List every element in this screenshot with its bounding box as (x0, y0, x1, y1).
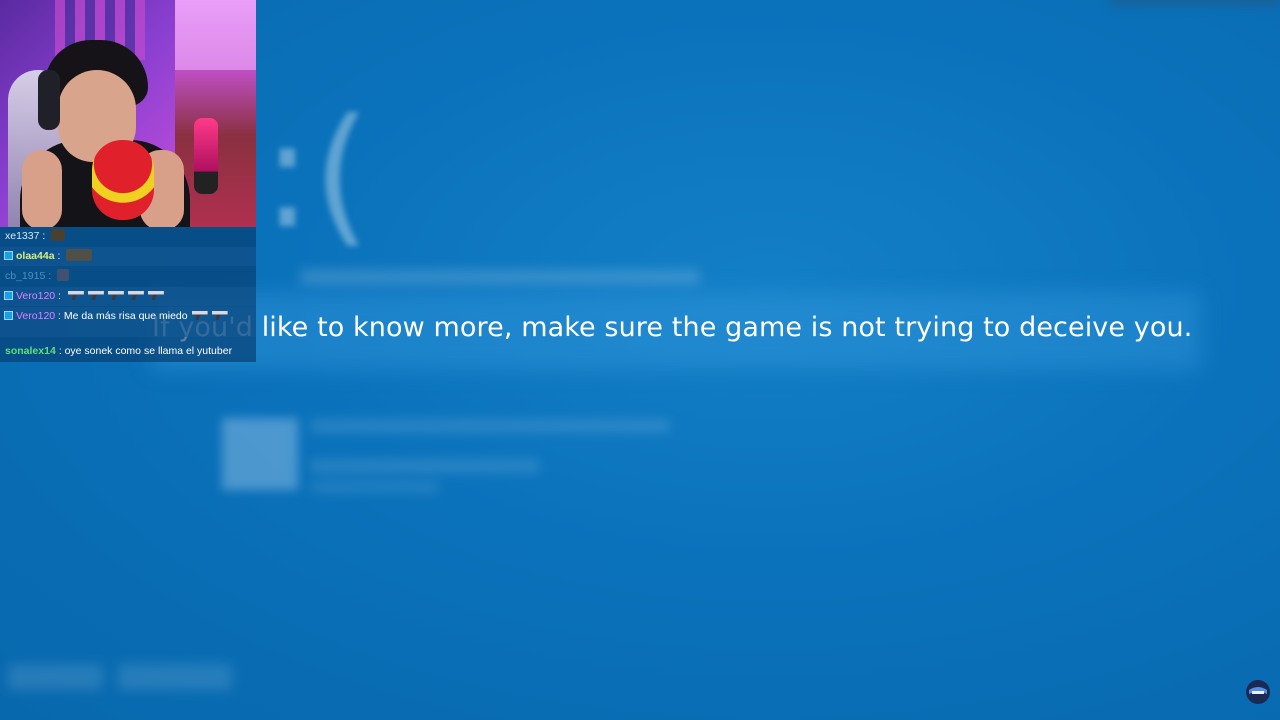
gun-emote-icon (191, 311, 208, 320)
chat-username: Vero120 (16, 290, 56, 302)
streamer-arm (22, 150, 62, 227)
blurred-info-line (310, 482, 440, 492)
gun-emote-icon (107, 291, 124, 300)
bsod-message: If you'd like to know more, make sure th… (152, 312, 1193, 343)
gun-emote-icon (87, 291, 104, 300)
chat-message: olaa44a : (0, 247, 256, 266)
webcam-overlay (0, 0, 256, 227)
chat-username: xe1337 (5, 230, 40, 242)
emote-icon (51, 229, 66, 241)
gun-emote-icon (147, 291, 164, 300)
plush-toy (92, 140, 154, 220)
qr-code (222, 418, 298, 490)
emote-icon (57, 269, 70, 281)
chat-text: oye sonek como se llama el yutuber (64, 345, 233, 357)
background-light (175, 0, 256, 70)
subscriber-badge-icon (4, 291, 13, 300)
chat-username: cb_1915 (5, 270, 46, 282)
ninja-logo-icon (1246, 680, 1270, 704)
blurred-footer-text (118, 664, 232, 690)
chat-message: sonalex14 : oye sonek como se llama el y… (5, 345, 233, 357)
chat-overlay: xe1337 : olaa44a : cb_1915 : Vero120 : V… (0, 227, 256, 362)
chat-username: sonalex14 (5, 345, 56, 357)
microphone-icon (194, 118, 218, 194)
subscriber-badge-icon (4, 311, 13, 320)
gun-emote-icon (67, 291, 84, 300)
subscriber-badge-icon (4, 251, 13, 260)
chat-message: Vero120 : (0, 287, 256, 306)
chat-message: xe1337 : (0, 227, 256, 246)
gun-emote-icon (127, 291, 144, 300)
chat-username: olaa44a (16, 250, 55, 262)
emote-icon (66, 249, 93, 261)
blurred-info-line (310, 460, 540, 472)
chat-username: Vero120 (16, 310, 56, 322)
top-right-overlay (1110, 0, 1280, 6)
chat-message: cb_1915 : (0, 267, 256, 286)
gun-emote-icon (211, 311, 228, 320)
sad-face-emoticon: :( (262, 88, 372, 262)
blurred-footer-text (8, 664, 103, 690)
chat-text: Me da más risa que miedo (63, 310, 188, 322)
blurred-text-line (300, 270, 700, 284)
blurred-info-line (310, 420, 670, 432)
headset-icon (38, 70, 60, 130)
chat-message: Vero120 : Me da más risa que miedo (0, 307, 256, 337)
